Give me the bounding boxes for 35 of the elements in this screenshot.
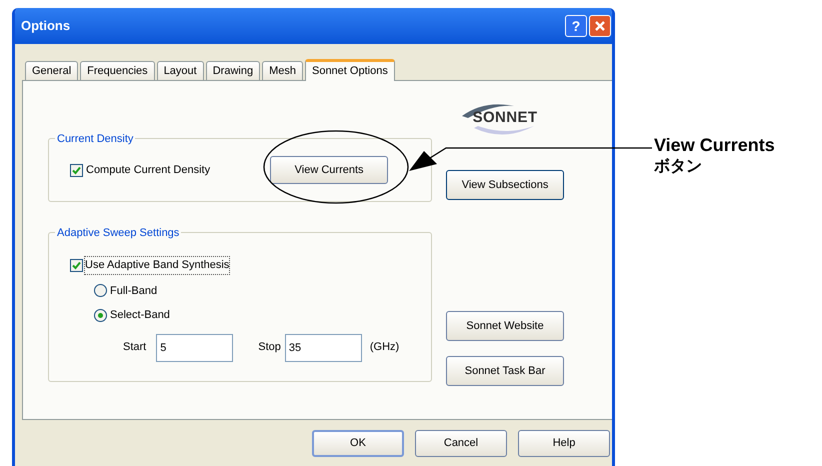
tab[interactable]: Layout xyxy=(156,61,204,80)
tab[interactable]: General xyxy=(25,61,78,80)
radio-label: Select-Band xyxy=(110,308,170,323)
field-label: Stop xyxy=(258,340,281,356)
group-title: Adaptive Sweep Settings xyxy=(55,225,182,242)
close-button[interactable] xyxy=(589,15,611,37)
callout-label: View Currents xyxy=(654,134,775,156)
checkbox[interactable] xyxy=(70,258,83,272)
tab[interactable]: Drawing xyxy=(206,61,260,80)
tab[interactable]: Mesh xyxy=(262,61,303,80)
tab[interactable]: Sonnet Options xyxy=(304,59,395,81)
logo-text: SONNET xyxy=(472,108,538,128)
window-title: Options xyxy=(21,17,70,36)
help-button[interactable]: ? xyxy=(565,15,587,37)
field-label: Start xyxy=(123,340,146,356)
cancel-button[interactable]: Cancel xyxy=(415,430,507,457)
tab[interactable]: Frequencies xyxy=(80,61,155,80)
callout-label: ボタン xyxy=(654,157,703,177)
checkbox-label: Use Adaptive Band Synthesis xyxy=(84,256,230,274)
unit-label: (GHz) xyxy=(370,340,400,356)
radio-label: Full-Band xyxy=(110,284,158,298)
view-currents-button[interactable]: View Currents xyxy=(270,156,388,184)
radio-button[interactable] xyxy=(94,308,107,322)
checkbox-label: Compute Current Density xyxy=(86,162,210,178)
group-title: Current Density xyxy=(55,131,136,148)
help-button[interactable]: Help xyxy=(518,430,610,457)
sonnet-task-bar-button[interactable]: Sonnet Task Bar xyxy=(446,356,564,386)
stop-input[interactable]: 35 xyxy=(284,334,362,362)
ok-button[interactable]: OK xyxy=(312,430,404,457)
view-subsections-button[interactable]: View Subsections xyxy=(446,170,564,200)
sonnet-website-button[interactable]: Sonnet Website xyxy=(446,311,564,341)
radio-button[interactable] xyxy=(94,284,107,298)
checkbox[interactable] xyxy=(70,164,83,176)
start-input[interactable]: 5 xyxy=(156,334,234,362)
close-icon xyxy=(594,20,606,32)
